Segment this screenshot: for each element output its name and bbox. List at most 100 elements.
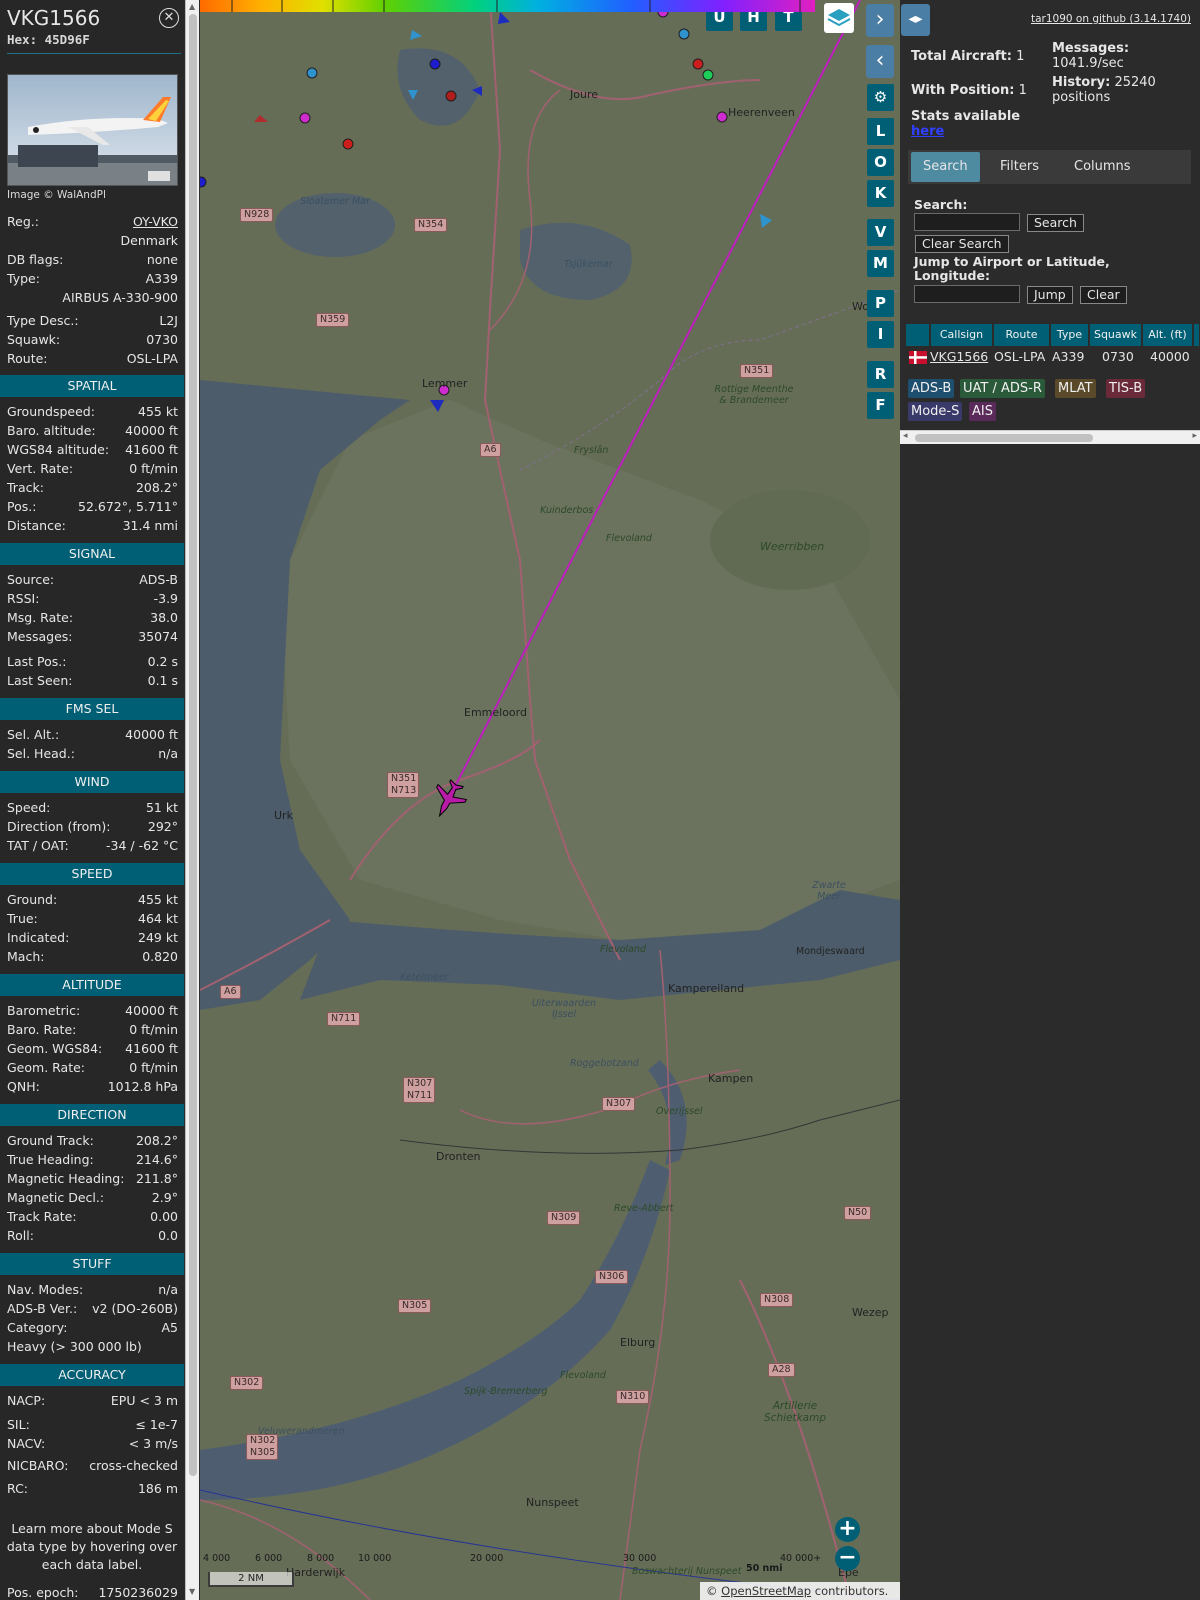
info-label: Msg. Rate:: [7, 610, 74, 625]
table-horizontal-scrollbar[interactable]: ◂ ▸: [900, 430, 1200, 444]
info-label: Last Pos.:: [7, 654, 67, 669]
map-button-i[interactable]: I: [867, 321, 894, 348]
scroll-up-icon[interactable]: ▲: [189, 2, 195, 11]
map-town-label: Kampereiland: [668, 982, 745, 995]
road-shield: N928: [240, 208, 274, 222]
clear-search-button[interactable]: Clear Search: [915, 235, 1009, 253]
chevron-right-icon[interactable]: ›: [866, 4, 894, 37]
info-label: Groundspeed:: [7, 404, 95, 419]
dbflags-row: DB flags: none: [7, 251, 178, 269]
scroll-right-icon[interactable]: ▸: [1192, 431, 1197, 441]
country-value: Denmark: [120, 233, 178, 248]
tab-search[interactable]: Search: [911, 152, 980, 182]
map-nature-label: Overijssel: [656, 1106, 703, 1117]
jump-button[interactable]: Jump: [1027, 286, 1073, 304]
row-route: OSL-LPA: [994, 349, 1046, 364]
info-label: Ground:: [7, 892, 58, 907]
table-header-alt[interactable]: Alt. (ft): [1143, 324, 1193, 346]
altitude-legend-label: 10 000: [358, 1553, 392, 1564]
info-label: Source:: [7, 572, 55, 587]
search-input[interactable]: [914, 213, 1020, 231]
map-button-k[interactable]: K: [867, 180, 894, 207]
squawk-value: 0730: [146, 332, 178, 347]
info-value: EPU < 3 m: [110, 1393, 178, 1408]
info-row: Ground: 455 kt: [7, 891, 178, 909]
map-button-p[interactable]: P: [867, 290, 894, 317]
layers-icon[interactable]: [824, 3, 854, 33]
section-spatial: SPATIAL: [0, 375, 184, 397]
stats-link[interactable]: here: [911, 124, 944, 139]
table-header-route[interactable]: Route: [994, 324, 1050, 346]
tab-filters[interactable]: Filters: [988, 152, 1051, 182]
scrollbar-thumb[interactable]: [915, 434, 1093, 442]
info-row: Baro. altitude: 40000 ft: [7, 422, 178, 440]
info-value: 464 kt: [138, 911, 178, 926]
gear-icon[interactable]: ⚙: [867, 84, 894, 111]
map-button-r[interactable]: R: [867, 361, 894, 388]
table-header-callsign[interactable]: Callsign: [931, 324, 993, 346]
map-button-o[interactable]: O: [867, 149, 894, 176]
scroll-left-icon[interactable]: ◂: [903, 431, 908, 441]
map-town-label: Emmeloord: [464, 706, 527, 719]
info-label: RSSI:: [7, 591, 40, 606]
table-header-type[interactable]: Type: [1051, 324, 1089, 346]
jump-input[interactable]: [914, 285, 1020, 303]
scroll-down-icon[interactable]: ▼: [189, 1587, 195, 1596]
road-shield: N50: [844, 1206, 872, 1220]
map-town-label: Joure: [570, 88, 598, 101]
github-link[interactable]: tar1090 on github (3.14.1740): [1031, 13, 1191, 25]
map-button-m[interactable]: M: [867, 250, 894, 277]
clear-button[interactable]: Clear: [1080, 286, 1127, 304]
info-value: ADS-B: [139, 572, 178, 587]
attribution-link[interactable]: OpenStreetMap: [721, 1584, 811, 1598]
info-value: 208.2°: [135, 1133, 178, 1148]
info-value: n/a: [158, 746, 178, 761]
with-position-value: 1: [1018, 83, 1027, 98]
range-ring-label: 50 nmi: [746, 1563, 783, 1574]
close-icon[interactable]: ✕: [159, 8, 179, 28]
row-callsign[interactable]: VKG1566: [930, 347, 988, 367]
search-button[interactable]: Search: [1027, 214, 1084, 232]
info-label: Indicated:: [7, 930, 70, 945]
aircraft-photo[interactable]: [7, 74, 178, 186]
map-water-label: Sloatemer Mar: [300, 196, 370, 207]
info-value: ≤ 1e-7: [135, 1417, 178, 1432]
map-button-f[interactable]: F: [867, 392, 894, 419]
info-scrollbar[interactable]: ▲ ▼: [185, 0, 199, 1600]
info-label: SIL:: [7, 1417, 30, 1432]
info-row: Sel. Head.: n/a: [7, 745, 178, 763]
zoom-in-icon[interactable]: +: [835, 1517, 860, 1542]
map-button-v[interactable]: V: [867, 219, 894, 246]
info-value: 0.00: [150, 1209, 178, 1224]
road-shield: A28: [768, 1363, 795, 1377]
map-button-l[interactable]: L: [867, 118, 894, 145]
info-row: Roll: 0.0: [7, 1227, 178, 1245]
info-row: Vert. Rate: 0 ft/min: [7, 460, 178, 478]
scrollbar-thumb[interactable]: [189, 14, 197, 1476]
info-row: SIL: ≤ 1e-7: [7, 1416, 178, 1434]
section-fms: FMS SEL: [0, 698, 184, 720]
info-value: 455 kt: [138, 404, 178, 419]
info-label: Geom. Rate:: [7, 1060, 86, 1075]
map-water-label: Tsjûkemar: [564, 259, 613, 270]
reg-link[interactable]: OY-VKO: [133, 213, 178, 231]
aircraft-info-panel: VKG1566 Hex: 45D96F ✕ Image © WalAndPl R…: [0, 0, 184, 1600]
chevron-left-icon[interactable]: ‹: [866, 45, 894, 78]
table-header-squawk[interactable]: Squawk: [1090, 324, 1142, 346]
road-shield: N302: [230, 1376, 264, 1390]
row-type: A339: [1052, 349, 1085, 364]
map-view[interactable]: Joure Heerenveen Lemmer Emmeloord Urk Ka…: [200, 0, 900, 1600]
attribution-suffix: contributors.: [811, 1584, 889, 1598]
jump-label: Jump to Airport or Latitude, Longitude:: [914, 254, 1110, 283]
country-row: Denmark: [7, 232, 178, 250]
flag-denmark-icon: [909, 350, 927, 370]
type-value: A339: [145, 271, 178, 286]
zoom-out-icon[interactable]: −: [835, 1546, 860, 1571]
tab-columns[interactable]: Columns: [1062, 152, 1143, 182]
info-label: NACP:: [7, 1393, 46, 1408]
info-row: Speed: 51 kt: [7, 799, 178, 817]
expand-sidebar-icon[interactable]: ◂▸: [901, 4, 930, 36]
total-aircraft: Total Aircraft: 1: [911, 49, 1024, 64]
with-position-label: With Position:: [911, 83, 1015, 98]
road-shield: N354: [414, 218, 448, 232]
